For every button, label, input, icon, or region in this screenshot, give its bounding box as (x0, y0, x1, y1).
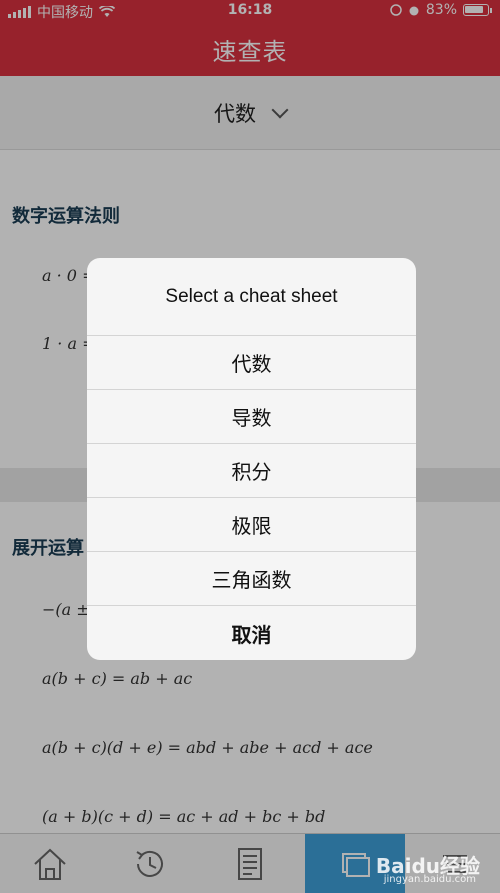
option-trigonometric[interactable]: 三角函数 (87, 552, 416, 606)
option-algebra[interactable]: 代数 (87, 336, 416, 390)
cancel-button[interactable]: 取消 (87, 606, 416, 660)
option-derivative[interactable]: 导数 (87, 390, 416, 444)
option-integral[interactable]: 积分 (87, 444, 416, 498)
picker-title: Select a cheat sheet (87, 258, 416, 336)
option-limit[interactable]: 极限 (87, 498, 416, 552)
cheat-sheet-picker: Select a cheat sheet 代数 导数 积分 极限 三角函数 取消 (87, 258, 416, 660)
watermark-url: jingyan.baidu.com (383, 874, 476, 885)
